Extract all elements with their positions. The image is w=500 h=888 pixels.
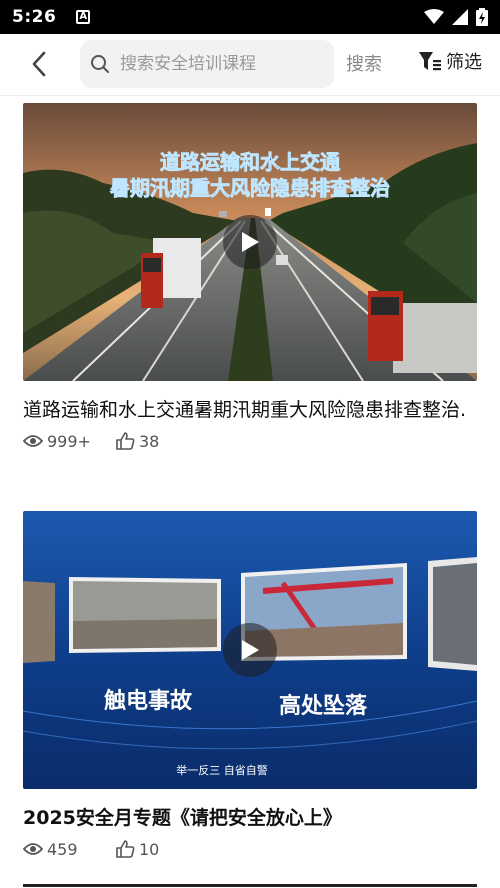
thumb-caption-line1: 道路运输和水上交通 [160, 150, 340, 174]
battery-icon [476, 8, 488, 26]
play-icon [242, 232, 259, 252]
like-count[interactable]: 10 [115, 839, 159, 859]
thumb-footer: 举一反三 自省自警 [176, 763, 268, 777]
video-stats: 999+ 38 [23, 431, 477, 451]
view-count: 999+ [23, 432, 115, 451]
thumbs-up-icon [116, 432, 135, 450]
views-value: 999+ [47, 431, 91, 451]
search-button[interactable]: 搜索 [346, 50, 382, 76]
play-button[interactable] [223, 215, 277, 269]
filter-button[interactable]: 筛选 [418, 48, 482, 74]
header: 搜索 筛选 [0, 34, 500, 96]
status-bar: 5:26 A [0, 0, 500, 34]
thumb-label-left: 触电事故 [104, 688, 193, 714]
signal-icon [452, 9, 468, 25]
filter-icon [419, 52, 441, 71]
view-count: 459 [23, 840, 115, 859]
thumb-caption-line2: 暑期汛期重大风险隐患排查整治 [110, 176, 390, 200]
likes-value: 38 [139, 431, 160, 451]
video-thumbnail[interactable]: 触电事故 高处坠落 举一反三 自省自警 [23, 511, 477, 789]
like-count[interactable]: 38 [115, 431, 159, 451]
chevron-left-icon [32, 51, 46, 77]
status-time: 5:26 [12, 7, 57, 27]
video-title[interactable]: 2025安全月专题《请把安全放心上》 [23, 803, 477, 833]
views-value: 459 [47, 839, 78, 859]
wifi-icon [424, 9, 444, 24]
search-icon [91, 55, 109, 73]
video-card[interactable]: 道路运输和水上交通 暑期汛期重大风险隐患排查整治 道路运输和水上交通暑期汛期重大… [23, 103, 477, 451]
thumb-label-right: 高处坠落 [279, 693, 368, 719]
likes-value: 10 [139, 839, 160, 859]
filter-label: 筛选 [446, 52, 482, 73]
play-button[interactable] [223, 623, 277, 677]
eye-icon [23, 843, 43, 855]
video-title[interactable]: 道路运输和水上交通暑期汛期重大风险隐患排查整治. [23, 395, 477, 425]
search-input[interactable] [120, 54, 320, 74]
back-button[interactable] [24, 49, 54, 79]
video-card[interactable]: 触电事故 高处坠落 举一反三 自省自警 2025安全月专题《请把安全放心上》 4… [23, 511, 477, 859]
play-icon [242, 640, 259, 660]
notification-icon: A [76, 10, 91, 24]
status-indicators [424, 8, 488, 26]
video-thumbnail[interactable]: 道路运输和水上交通 暑期汛期重大风险隐患排查整治 [23, 103, 477, 381]
thumbs-up-icon [116, 840, 135, 858]
video-stats: 459 10 [23, 839, 477, 859]
eye-icon [23, 435, 43, 447]
search-box[interactable] [80, 40, 334, 88]
divider [23, 884, 477, 887]
